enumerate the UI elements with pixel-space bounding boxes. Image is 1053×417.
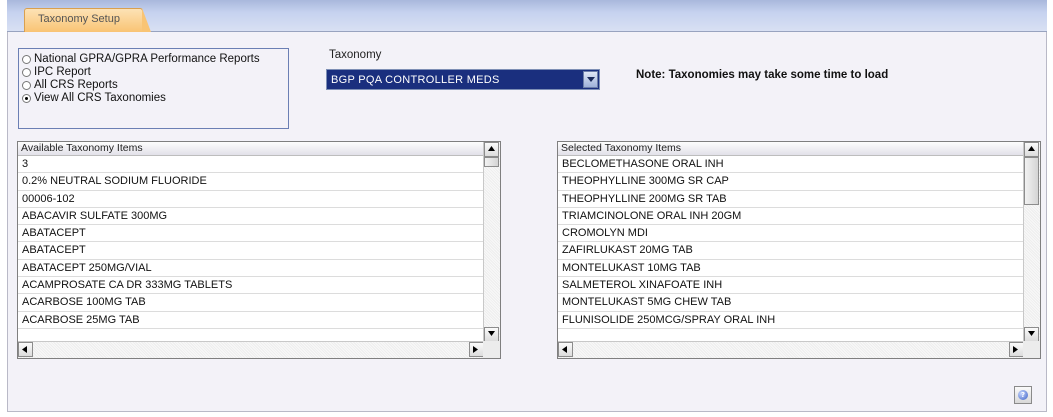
taxonomy-selected-value: BGP PQA CONTROLLER MEDS <box>331 74 500 86</box>
scroll-up-button[interactable] <box>1024 142 1039 157</box>
radio-all-crs-reports[interactable]: All CRS Reports <box>22 78 118 92</box>
list-item[interactable]: ABATACEPT <box>18 225 484 243</box>
chevron-right-icon <box>473 346 478 353</box>
radio-ipc-report[interactable]: IPC Report <box>22 65 91 79</box>
list-item[interactable]: ABACAVIR SULFATE 300MG <box>18 208 484 226</box>
radio-label: All CRS Reports <box>34 79 118 91</box>
scroll-corner <box>1023 341 1040 358</box>
scroll-left-button[interactable] <box>558 342 573 357</box>
chevron-left-icon <box>562 346 567 353</box>
report-type-group: National GPRA/GPRA Performance Reports I… <box>18 48 289 129</box>
radio-label: IPC Report <box>34 66 91 78</box>
radio-indicator-selected <box>22 93 31 103</box>
list-item[interactable]: ACARBOSE 100MG TAB <box>18 294 484 312</box>
list-item[interactable]: THEOPHYLLINE 200MG SR TAB <box>558 191 1024 208</box>
chevron-down-icon <box>488 331 495 336</box>
available-rows: 3 0.2% NEUTRAL SODIUM FLUORIDE 00006-102… <box>18 156 484 329</box>
taxonomy-dropdown[interactable]: BGP PQA CONTROLLER MEDS <box>326 69 600 90</box>
radio-indicator <box>22 80 31 90</box>
tab-strip: Taxonomy Setup <box>7 0 1047 32</box>
chevron-right-icon <box>1013 346 1018 353</box>
load-note: Note: Taxonomies may take some time to l… <box>636 69 889 81</box>
list-item[interactable]: FLUNISOLIDE 250MCG/SPRAY ORAL INH <box>558 312 1024 329</box>
list-item[interactable]: SALMETEROL XINAFOATE INH <box>558 277 1024 295</box>
taxonomy-label: Taxonomy <box>329 49 382 61</box>
list-item[interactable]: 00006-102 <box>18 191 484 208</box>
list-item[interactable]: TRIAMCINOLONE ORAL INH 20GM <box>558 208 1024 226</box>
list-item[interactable]: ABATACEPT 250MG/VIAL <box>18 260 484 278</box>
radio-indicator <box>22 54 31 64</box>
selected-vertical-scrollbar[interactable] <box>1023 142 1040 342</box>
selected-items-list[interactable]: Selected Taxonomy Items BECLOMETHASONE O… <box>557 141 1041 359</box>
list-item[interactable]: ACARBOSE 25MG TAB <box>18 312 484 329</box>
available-vertical-scrollbar[interactable] <box>483 142 500 342</box>
taxonomy-setup-window: Taxonomy Setup National GPRA/GPRA Perfor… <box>0 0 1053 417</box>
list-item[interactable]: CROMOLYN MDI <box>558 225 1024 243</box>
scroll-corner <box>483 341 500 358</box>
list-item[interactable]: 3 <box>18 156 484 174</box>
list-item[interactable]: BECLOMETHASONE ORAL INH <box>558 156 1024 174</box>
selected-list-header[interactable]: Selected Taxonomy Items <box>558 142 1024 156</box>
help-icon: ? <box>1018 390 1028 400</box>
scroll-up-button[interactable] <box>484 142 499 157</box>
list-item[interactable]: THEOPHYLLINE 300MG SR CAP <box>558 173 1024 191</box>
chevron-up-icon <box>488 146 495 151</box>
chevron-up-icon <box>1028 146 1035 151</box>
selected-horizontal-scrollbar[interactable] <box>558 341 1024 358</box>
tab-taxonomy-setup[interactable]: Taxonomy Setup <box>24 8 151 32</box>
scroll-right-button[interactable] <box>469 342 484 357</box>
scroll-down-button[interactable] <box>484 327 499 342</box>
scroll-right-button[interactable] <box>1009 342 1024 357</box>
chevron-left-icon <box>22 346 27 353</box>
radio-label: National GPRA/GPRA Performance Reports <box>34 53 260 65</box>
chevron-down-icon <box>587 77 595 82</box>
radio-label: View All CRS Taxonomies <box>34 92 166 104</box>
tab-label: Taxonomy Setup <box>38 13 120 25</box>
chevron-down-icon <box>1028 331 1035 336</box>
available-horizontal-scrollbar[interactable] <box>18 341 484 358</box>
list-item[interactable]: 0.2% NEUTRAL SODIUM FLUORIDE <box>18 173 484 191</box>
scroll-down-button[interactable] <box>1024 327 1039 342</box>
selected-rows: BECLOMETHASONE ORAL INH THEOPHYLLINE 300… <box>558 156 1024 329</box>
list-item[interactable]: MONTELUKAST 5MG CHEW TAB <box>558 294 1024 312</box>
list-item[interactable]: ACAMPROSATE CA DR 333MG TABLETS <box>18 277 484 295</box>
scroll-thumb[interactable] <box>1024 157 1039 205</box>
available-list-header[interactable]: Available Taxonomy Items <box>18 142 484 156</box>
help-button[interactable]: ? <box>1014 386 1032 404</box>
dropdown-button[interactable] <box>583 71 598 88</box>
radio-national-gpra[interactable]: National GPRA/GPRA Performance Reports <box>22 52 260 66</box>
list-item[interactable]: ABATACEPT <box>18 242 484 260</box>
scroll-left-button[interactable] <box>18 342 33 357</box>
available-items-list[interactable]: Available Taxonomy Items 3 0.2% NEUTRAL … <box>17 141 501 359</box>
radio-view-all-crs-taxonomies[interactable]: View All CRS Taxonomies <box>22 91 166 105</box>
scroll-thumb[interactable] <box>484 157 499 167</box>
list-item[interactable]: MONTELUKAST 10MG TAB <box>558 260 1024 278</box>
radio-indicator <box>22 67 31 77</box>
list-item[interactable]: ZAFIRLUKAST 20MG TAB <box>558 242 1024 260</box>
